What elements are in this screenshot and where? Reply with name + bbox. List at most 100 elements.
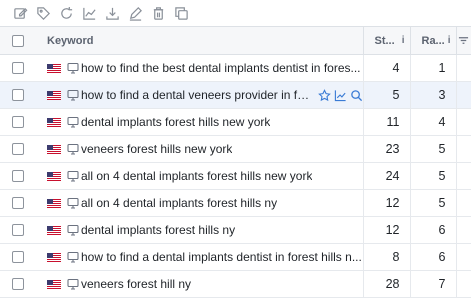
ra-value: 3	[409, 81, 456, 109]
st-column-header[interactable]: St... i	[362, 26, 410, 55]
ra-value: 5	[409, 135, 456, 163]
table-row[interactable]: how to find the best dental implants den…	[0, 54, 471, 82]
row-checkbox-cell	[0, 135, 35, 163]
st-value: 28	[362, 270, 410, 298]
keyword-text[interactable]: veneers forest hills new york	[81, 142, 232, 156]
edit-icon[interactable]	[12, 5, 28, 21]
keyword-text[interactable]: all on 4 dental implants forest hills ne…	[81, 169, 312, 183]
row-actions	[317, 88, 363, 102]
pencil-icon[interactable]	[127, 5, 143, 21]
keyword-cell: how to find the best dental implants den…	[35, 54, 363, 82]
us-flag-icon	[47, 225, 61, 235]
serp-preview-icon[interactable]	[67, 224, 79, 236]
table-header-row: Keyword St... i Ra... i	[0, 26, 471, 55]
ra-column-header[interactable]: Ra... i	[409, 26, 456, 55]
row-checkbox[interactable]	[12, 62, 24, 74]
copy-icon[interactable]	[173, 5, 189, 21]
table-row[interactable]: all on 4 dental implants forest hills ne…	[0, 162, 471, 190]
us-flag-icon	[47, 198, 61, 208]
row-tail-cell	[455, 216, 471, 244]
row-tail-cell	[455, 81, 471, 109]
keyword-text[interactable]: all on 4 dental implants forest hills ny	[81, 196, 277, 210]
st-value: 8	[362, 243, 410, 271]
download-icon[interactable]	[104, 5, 120, 21]
row-tail-cell	[455, 243, 471, 271]
row-checkbox[interactable]	[12, 116, 24, 128]
ra-value: 5	[409, 189, 456, 217]
filter-lines-icon[interactable]	[458, 35, 469, 46]
row-tail-cell	[455, 270, 471, 298]
refresh-icon[interactable]	[58, 5, 74, 21]
st-value: 5	[362, 81, 410, 109]
chart-icon[interactable]	[81, 5, 97, 21]
select-all-cell	[0, 26, 35, 55]
st-value: 24	[362, 162, 410, 190]
table-row[interactable]: dental implants forest hills ny 12 6	[0, 216, 471, 244]
keyword-text[interactable]: dental implants forest hills ny	[81, 223, 235, 237]
ra-value: 5	[409, 162, 456, 190]
st-value: 12	[362, 189, 410, 217]
keyword-text[interactable]: veneers forest hill ny	[81, 277, 191, 291]
keyword-text[interactable]: dental implants forest hills new york	[81, 115, 270, 129]
keyword-cell: all on 4 dental implants forest hills ny	[35, 189, 363, 217]
row-checkbox-cell	[0, 54, 35, 82]
trash-icon[interactable]	[150, 5, 166, 21]
row-checkbox[interactable]	[12, 170, 24, 182]
row-checkbox[interactable]	[12, 197, 24, 209]
serp-preview-icon[interactable]	[67, 62, 79, 74]
row-checkbox[interactable]	[12, 89, 24, 101]
keyword-cell: how to find a dental implants dentist in…	[35, 243, 363, 271]
row-checkbox[interactable]	[12, 224, 24, 236]
table-row[interactable]: veneers forest hill ny 28 7	[0, 270, 471, 298]
ra-column-label: Ra...	[421, 34, 445, 47]
us-flag-icon	[47, 63, 61, 73]
table-row[interactable]: veneers forest hills new york 23 5	[0, 135, 471, 163]
keyword-column-header[interactable]: Keyword	[35, 26, 363, 55]
us-flag-icon	[47, 171, 61, 181]
keyword-table: Keyword St... i Ra... i how to find the …	[0, 26, 471, 298]
keyword-text[interactable]: how to find a dental veneers provider in…	[81, 88, 314, 102]
st-value: 4	[362, 54, 410, 82]
table-row[interactable]: dental implants forest hills new york 11…	[0, 108, 471, 136]
row-checkbox[interactable]	[12, 143, 24, 155]
tag-icon[interactable]	[35, 5, 51, 21]
column-settings-header[interactable]	[455, 26, 471, 55]
keyword-cell: dental implants forest hills new york	[35, 108, 363, 136]
serp-preview-icon[interactable]	[67, 197, 79, 209]
select-all-checkbox[interactable]	[12, 34, 24, 47]
us-flag-icon	[47, 144, 61, 154]
table-row[interactable]: all on 4 dental implants forest hills ny…	[0, 189, 471, 217]
keyword-cell: how to find a dental veneers provider in…	[35, 81, 363, 109]
row-checkbox-cell	[0, 81, 35, 109]
keyword-cell: veneers forest hill ny	[35, 270, 363, 298]
row-checkbox-cell	[0, 108, 35, 136]
star-icon[interactable]	[317, 88, 331, 102]
serp-preview-icon[interactable]	[67, 143, 79, 155]
row-tail-cell	[455, 162, 471, 190]
st-value: 11	[362, 108, 410, 136]
serp-preview-icon[interactable]	[67, 251, 79, 263]
serp-preview-icon[interactable]	[67, 116, 79, 128]
row-checkbox[interactable]	[12, 278, 24, 290]
us-flag-icon	[47, 90, 61, 100]
table-row[interactable]: how to find a dental implants dentist in…	[0, 243, 471, 271]
keyword-cell: dental implants forest hills ny	[35, 216, 363, 244]
serp-preview-icon[interactable]	[67, 89, 79, 101]
row-checkbox[interactable]	[12, 251, 24, 263]
serp-preview-icon[interactable]	[67, 278, 79, 290]
row-checkbox-cell	[0, 243, 35, 271]
search-icon[interactable]	[350, 89, 363, 102]
serp-preview-icon[interactable]	[67, 170, 79, 182]
trend-chart-icon[interactable]	[334, 89, 347, 102]
table-row[interactable]: how to find a dental veneers provider in…	[0, 81, 471, 109]
ra-value: 1	[409, 54, 456, 82]
st-info-icon[interactable]: i	[402, 35, 405, 46]
st-value: 23	[362, 135, 410, 163]
row-checkbox-cell	[0, 270, 35, 298]
row-tail-cell	[455, 135, 471, 163]
ra-value: 6	[409, 216, 456, 244]
keyword-text[interactable]: how to find the best dental implants den…	[81, 61, 361, 75]
ra-info-icon[interactable]: i	[448, 35, 451, 46]
keyword-cell: all on 4 dental implants forest hills ne…	[35, 162, 363, 190]
keyword-text[interactable]: how to find a dental implants dentist in…	[81, 250, 362, 264]
